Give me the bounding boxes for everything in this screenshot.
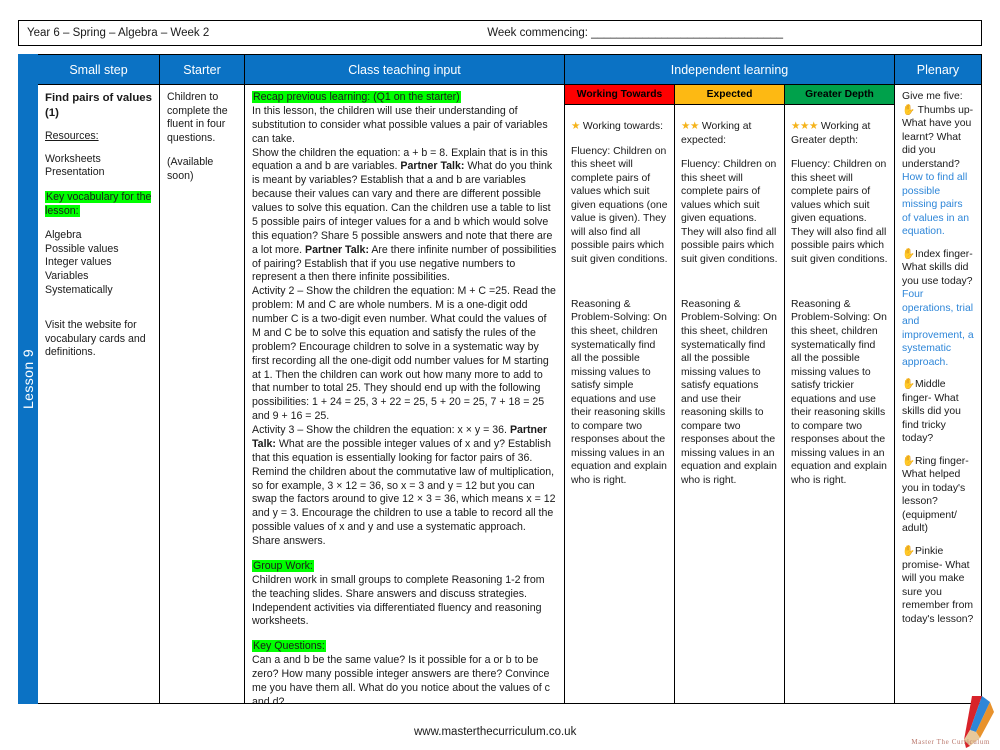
header-starter: Starter bbox=[160, 55, 244, 85]
footer-website-url[interactable]: www.masterthecurriculum.co.uk bbox=[414, 726, 576, 738]
starter-line-1: Children to complete the fluent in four … bbox=[167, 91, 228, 144]
plenary-answer-2: Four operations, trial and improvement, … bbox=[902, 289, 974, 368]
vocab-item: Systematically bbox=[45, 283, 113, 296]
plenary-intro: Give me five: bbox=[902, 91, 963, 102]
lesson-plan-page: Year 6 – Spring – Algebra – Week 2 Week … bbox=[0, 0, 1000, 750]
group-working-towards: Working Towards ★ Working towards: Fluen… bbox=[565, 85, 675, 703]
vocab-item: Possible values bbox=[45, 242, 119, 255]
website-note: Visit the website for vocabulary cards a… bbox=[45, 319, 146, 359]
working-towards-intro-text: Working towards: bbox=[580, 121, 663, 133]
star-rating-icon: ★★★ bbox=[791, 120, 819, 133]
meta-bar: Year 6 – Spring – Algebra – Week 2 Week … bbox=[18, 20, 982, 46]
resource-item: Worksheets bbox=[45, 152, 101, 165]
working-towards-reasoning: Reasoning & Problem-Solving: On this she… bbox=[571, 298, 667, 486]
teaching-activity-1: Show the children the equation: a + b = … bbox=[252, 147, 557, 286]
column-independent-learning: Independent learning Working Towards ★ W… bbox=[565, 55, 895, 703]
hand-icon: ✋ bbox=[902, 545, 915, 557]
resource-item: Presentation bbox=[45, 166, 105, 179]
teaching-activity-3: Activity 3 – Show the children the equat… bbox=[252, 424, 557, 549]
plenary-item-5: ✋Pinkie promise- What will you make sure… bbox=[902, 545, 974, 626]
small-step-title: Find pairs of values (1) bbox=[45, 92, 152, 119]
star-rating-icon: ★ bbox=[571, 120, 581, 133]
starter-body: Children to complete the fluent in four … bbox=[160, 85, 244, 189]
activity3-part-b: What are the possible integer values of … bbox=[252, 437, 556, 547]
header-small-step: Small step bbox=[38, 55, 159, 85]
hand-icon: ✋ bbox=[902, 104, 915, 116]
column-small-step: Small step Find pairs of values (1) Reso… bbox=[38, 55, 160, 703]
greater-depth-body: ★★★ Working at Greater depth: Fluency: C… bbox=[785, 105, 894, 503]
teaching-body: Recap previous learning: (Q1 on the star… bbox=[245, 85, 564, 703]
teaching-intro: In this lesson, the children will use th… bbox=[252, 104, 548, 145]
vocab-item: Integer values bbox=[45, 256, 112, 269]
lesson-number-rail: Lesson 9 bbox=[18, 54, 38, 704]
column-class-teaching-input: Class teaching input Recap previous lear… bbox=[245, 55, 565, 703]
greater-depth-fluency: Fluency: Children on this sheet will com… bbox=[791, 159, 888, 265]
vocab-item: Variables bbox=[45, 270, 89, 282]
header-plenary: Plenary bbox=[895, 55, 981, 85]
greater-depth-intro: ★★★ Working at Greater depth: bbox=[791, 120, 888, 147]
plenary-question-5: Pinkie promise- What will you make sure … bbox=[902, 545, 974, 625]
plan-columns: Small step Find pairs of values (1) Reso… bbox=[38, 54, 982, 704]
logo-wordmark: Master The Curriculum bbox=[911, 738, 990, 746]
activity3-part-a: Activity 3 – Show the children the equat… bbox=[252, 424, 510, 436]
key-vocabulary-heading: Key vocabulary for the lesson: bbox=[45, 190, 152, 217]
plenary-answer-1: How to find all possible missing pairs o… bbox=[902, 172, 970, 238]
small-step-body: Find pairs of values (1) Resources: Work… bbox=[38, 85, 159, 366]
hand-icon: ✋ bbox=[902, 455, 915, 467]
greater-depth-reasoning: Reasoning & Problem-Solving: On this she… bbox=[791, 298, 887, 486]
lesson-number-label: Lesson 9 bbox=[20, 348, 36, 410]
expected-intro: ★★ Working at expected: bbox=[681, 120, 778, 147]
resources-heading: Resources: bbox=[45, 130, 99, 143]
working-towards-body: ★ Working towards: Fluency: Children on … bbox=[565, 105, 674, 503]
working-towards-intro: ★ Working towards: bbox=[571, 120, 668, 134]
badge-working-towards: Working Towards bbox=[565, 85, 674, 105]
header-independent-learning: Independent learning bbox=[565, 55, 894, 85]
expected-fluency: Fluency: Children on this sheet will com… bbox=[681, 159, 778, 265]
working-towards-fluency: Fluency: Children on this sheet will com… bbox=[571, 145, 668, 265]
expected-reasoning: Reasoning & Problem-Solving: On this she… bbox=[681, 298, 777, 486]
column-starter: Starter Children to complete the fluent … bbox=[160, 55, 245, 703]
plenary-item-4: ✋Ring finger- What helped you in today's… bbox=[902, 455, 974, 536]
hand-icon: ✋ bbox=[902, 379, 915, 391]
plenary-question-4: Ring finger- What helped you in today's … bbox=[902, 455, 969, 535]
activity1-part-b: What do you think is meant by variables?… bbox=[252, 160, 553, 256]
teaching-activity-2: Activity 2 – Show the children the equat… bbox=[252, 285, 556, 423]
badge-expected: Expected bbox=[675, 85, 784, 105]
group-work-text: Children work in small groups to complet… bbox=[252, 573, 545, 628]
group-work-heading: Group Work: bbox=[252, 559, 314, 572]
plenary-body: Give me five: ✋ Thumbs up- What have you… bbox=[895, 85, 981, 631]
plenary-item-1: ✋ Thumbs up- What have you learnt? What … bbox=[902, 104, 974, 172]
header-class-teaching-input: Class teaching input bbox=[245, 55, 564, 85]
badge-greater-depth: Greater Depth bbox=[785, 85, 894, 105]
starter-line-2: (Available soon) bbox=[167, 156, 214, 182]
expected-body: ★★ Working at expected: Fluency: Childre… bbox=[675, 105, 784, 503]
group-greater-depth: Greater Depth ★★★ Working at Greater dep… bbox=[785, 85, 894, 703]
plan-table: Lesson 9 Small step Find pairs of values… bbox=[18, 54, 982, 704]
partner-talk-label: Partner Talk: bbox=[305, 243, 369, 256]
plenary-item-3: ✋Middle finger- What skills did you find… bbox=[902, 378, 974, 446]
column-plenary: Plenary Give me five: ✋ Thumbs up- What … bbox=[895, 55, 981, 703]
group-expected: Expected ★★ Working at expected: Fluency… bbox=[675, 85, 785, 703]
key-questions-heading: Key Questions: bbox=[252, 640, 326, 653]
recap-heading: Recap previous learning: (Q1 on the star… bbox=[252, 91, 461, 103]
hand-icon: ✋ bbox=[902, 248, 915, 260]
key-questions-text: Can a and b be the same value? Is it pos… bbox=[252, 654, 550, 703]
week-commencing-field[interactable]: Week commencing: _______________________… bbox=[487, 27, 783, 39]
differentiation-groups: Working Towards ★ Working towards: Fluen… bbox=[565, 85, 894, 703]
unit-label: Year 6 – Spring – Algebra – Week 2 bbox=[27, 27, 210, 39]
plenary-item-2: ✋Index finger- What skills did you use t… bbox=[902, 248, 974, 289]
star-rating-icon: ★★ bbox=[681, 120, 700, 133]
partner-talk-label: Partner Talk: bbox=[400, 160, 465, 173]
vocab-item: Algebra bbox=[45, 229, 82, 242]
